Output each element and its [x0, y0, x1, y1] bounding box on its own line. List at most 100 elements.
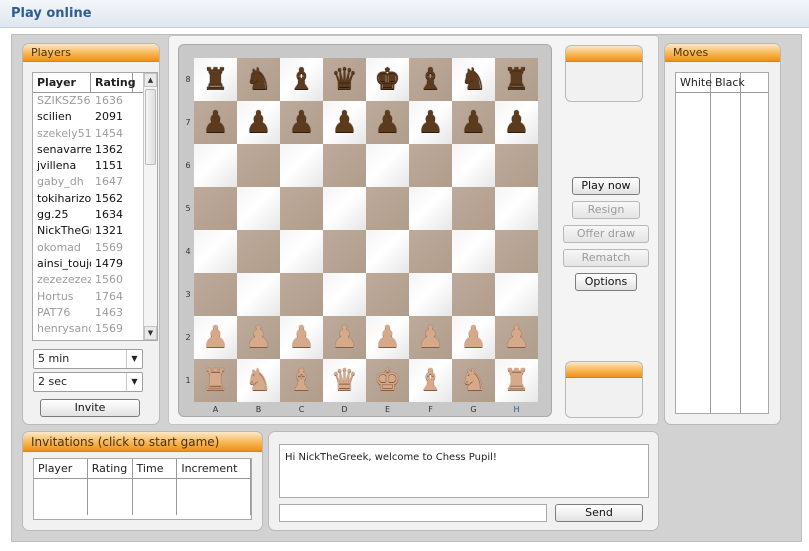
board-square-b6[interactable] [237, 144, 280, 187]
board-square-c8[interactable]: ♝ [280, 58, 323, 101]
board-square-g3[interactable] [452, 273, 495, 316]
column-header-rating[interactable]: Rating [91, 73, 136, 92]
board-square-b7[interactable]: ♟ [237, 101, 280, 144]
rematch-button[interactable]: Rematch [563, 249, 649, 267]
board-square-c7[interactable]: ♟ [280, 101, 323, 144]
white-pawn-icon[interactable]: ♟ [374, 320, 401, 355]
player-row[interactable]: scilien 2091 [33, 109, 157, 125]
board-square-h3[interactable] [495, 273, 538, 316]
black-pawn-icon[interactable]: ♟ [202, 105, 229, 140]
black-pawn-icon[interactable]: ♟ [460, 105, 487, 140]
board-square-f3[interactable] [409, 273, 452, 316]
white-pawn-icon[interactable]: ♟ [503, 320, 530, 355]
white-bishop-icon[interactable]: ♝ [288, 363, 315, 398]
black-rook-icon[interactable]: ♜ [202, 62, 229, 97]
column-header-time[interactable]: Time [133, 459, 178, 478]
board-square-a7[interactable]: ♟ [194, 101, 237, 144]
players-scrollbar[interactable]: ▲ ▼ [143, 73, 157, 340]
black-pawn-icon[interactable]: ♟ [288, 105, 315, 140]
player-row[interactable]: NickTheGre 1321 [33, 223, 157, 239]
column-header-increment[interactable]: Increment [177, 459, 251, 478]
options-button[interactable]: Options [575, 273, 637, 291]
board-square-a4[interactable] [194, 230, 237, 273]
board-square-b2[interactable]: ♟ [237, 316, 280, 359]
board-square-a5[interactable] [194, 187, 237, 230]
board-square-e4[interactable] [366, 230, 409, 273]
board-square-g1[interactable]: ♞ [452, 359, 495, 402]
white-knight-icon[interactable]: ♞ [245, 363, 272, 398]
white-pawn-icon[interactable]: ♟ [245, 320, 272, 355]
column-header-player[interactable]: Player [33, 73, 91, 92]
board-square-c4[interactable] [280, 230, 323, 273]
board-square-e2[interactable]: ♟ [366, 316, 409, 359]
player-row[interactable]: henrysand 1569 [33, 321, 157, 337]
board-square-c5[interactable] [280, 187, 323, 230]
board-square-d4[interactable] [323, 230, 366, 273]
board-square-d5[interactable] [323, 187, 366, 230]
black-bishop-icon[interactable]: ♝ [288, 62, 315, 97]
black-bishop-icon[interactable]: ♝ [417, 62, 444, 97]
black-pawn-icon[interactable]: ♟ [503, 105, 530, 140]
chevron-down-icon[interactable]: ▼ [126, 373, 142, 391]
board-square-a2[interactable]: ♟ [194, 316, 237, 359]
black-knight-icon[interactable]: ♞ [460, 62, 487, 97]
scroll-down-icon[interactable]: ▼ [144, 326, 157, 340]
board-square-a8[interactable]: ♜ [194, 58, 237, 101]
board-square-d6[interactable] [323, 144, 366, 187]
board-square-d2[interactable]: ♟ [323, 316, 366, 359]
board-square-h7[interactable]: ♟ [495, 101, 538, 144]
white-pawn-icon[interactable]: ♟ [460, 320, 487, 355]
board-square-c1[interactable]: ♝ [280, 359, 323, 402]
black-pawn-icon[interactable]: ♟ [331, 105, 358, 140]
white-pawn-icon[interactable]: ♟ [417, 320, 444, 355]
black-king-icon[interactable]: ♚ [374, 62, 401, 97]
board-square-f4[interactable] [409, 230, 452, 273]
black-rook-icon[interactable]: ♜ [503, 62, 530, 97]
board-square-c3[interactable] [280, 273, 323, 316]
board-square-a3[interactable] [194, 273, 237, 316]
board-square-g5[interactable] [452, 187, 495, 230]
board-square-d1[interactable]: ♛ [323, 359, 366, 402]
board-square-c2[interactable]: ♟ [280, 316, 323, 359]
board-square-f5[interactable] [409, 187, 452, 230]
board-square-f2[interactable]: ♟ [409, 316, 452, 359]
time-select[interactable]: 5 min ▼ [33, 349, 143, 369]
player-row[interactable]: PAT76 1463 [33, 305, 157, 321]
board-square-h1[interactable]: ♜ [495, 359, 538, 402]
offer-draw-button[interactable]: Offer draw [563, 225, 649, 243]
board-square-g6[interactable] [452, 144, 495, 187]
white-rook-icon[interactable]: ♜ [503, 363, 530, 398]
board-square-h4[interactable] [495, 230, 538, 273]
board-square-b4[interactable] [237, 230, 280, 273]
chevron-down-icon[interactable]: ▼ [126, 350, 142, 368]
white-pawn-icon[interactable]: ♟ [288, 320, 315, 355]
board-square-f8[interactable]: ♝ [409, 58, 452, 101]
scroll-up-icon[interactable]: ▲ [144, 73, 157, 87]
board-square-b3[interactable] [237, 273, 280, 316]
play-now-button[interactable]: Play now [572, 177, 640, 195]
resign-button[interactable]: Resign [572, 201, 640, 219]
black-pawn-icon[interactable]: ♟ [374, 105, 401, 140]
board-square-f6[interactable] [409, 144, 452, 187]
player-row[interactable]: ainsi_toujo 1479 [33, 256, 157, 272]
board-square-d7[interactable]: ♟ [323, 101, 366, 144]
board-square-e5[interactable] [366, 187, 409, 230]
invite-button[interactable]: Invite [40, 399, 140, 417]
board-square-h8[interactable]: ♜ [495, 58, 538, 101]
chess-board[interactable]: ♜ ♞ ♝ ♛ ♚ ♝ ♞ ♜ ♟ ♟ ♟ ♟ ♟ ♟ ♟ ♟ ♟ ♟ ♟ ♟ ♟ ♟ ♟ ♟ ♜ ♞ ♝ ♛ ♚ ♝ ♞ ♜ [194, 58, 538, 402]
board-square-e3[interactable] [366, 273, 409, 316]
white-queen-icon[interactable]: ♛ [331, 363, 358, 398]
chat-input[interactable] [279, 504, 547, 522]
board-square-e8[interactable]: ♚ [366, 58, 409, 101]
board-square-h6[interactable] [495, 144, 538, 187]
board-square-g8[interactable]: ♞ [452, 58, 495, 101]
white-knight-icon[interactable]: ♞ [460, 363, 487, 398]
board-square-f1[interactable]: ♝ [409, 359, 452, 402]
board-square-c6[interactable] [280, 144, 323, 187]
white-bishop-icon[interactable]: ♝ [417, 363, 444, 398]
player-row[interactable]: gg.25 1634 [33, 207, 157, 223]
board-square-e1[interactable]: ♚ [366, 359, 409, 402]
board-square-b5[interactable] [237, 187, 280, 230]
board-square-d3[interactable] [323, 273, 366, 316]
player-row[interactable]: tokiharizo 1562 [33, 191, 157, 207]
